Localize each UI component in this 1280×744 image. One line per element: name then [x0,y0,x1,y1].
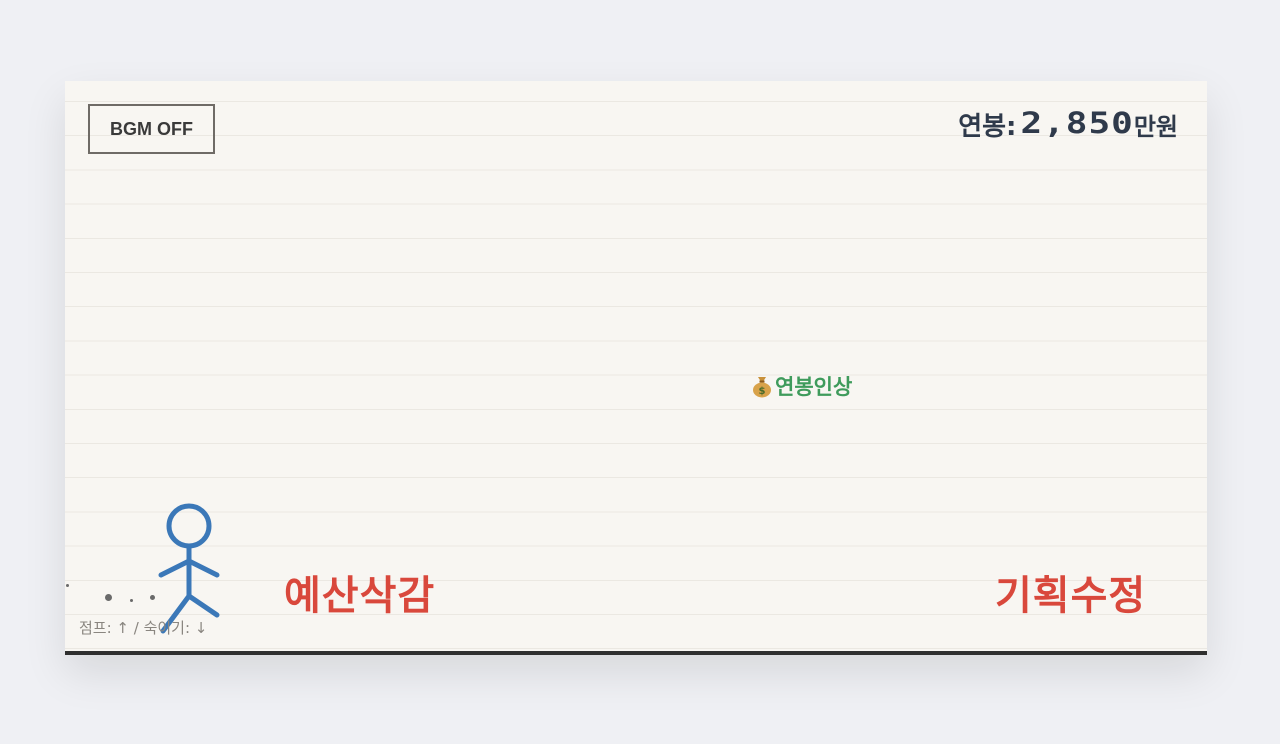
salary-raise-powerup: $ 연봉인상 [751,371,852,401]
salary-unit: 만원 [1133,113,1178,141]
obstacle-plan-revision: 기획수정 [995,573,1147,619]
obstacle-budget-cut: 예산삭감 [284,573,436,619]
dust-particle [105,594,112,601]
dust-particle [130,599,133,602]
svg-text:$: $ [759,386,766,397]
game-canvas[interactable]: BGM OFF 연봉: 2,850 만원 $ 연봉인상 예산삭감 기획수정 점프… [65,81,1207,655]
powerup-label: 연봉인상 [775,375,853,399]
money-bag-icon: $ [751,374,773,398]
ground-line [65,651,1207,655]
salary-display: 연봉: 2,850 만원 [958,103,1178,144]
bgm-toggle-button[interactable]: BGM OFF [88,104,215,154]
salary-label: 연봉: [958,112,1017,142]
controls-hint: 점프: ↑ / 숙이기: ↓ [79,619,208,637]
salary-value: 2,850 [1020,106,1134,141]
dust-particle [66,584,69,587]
